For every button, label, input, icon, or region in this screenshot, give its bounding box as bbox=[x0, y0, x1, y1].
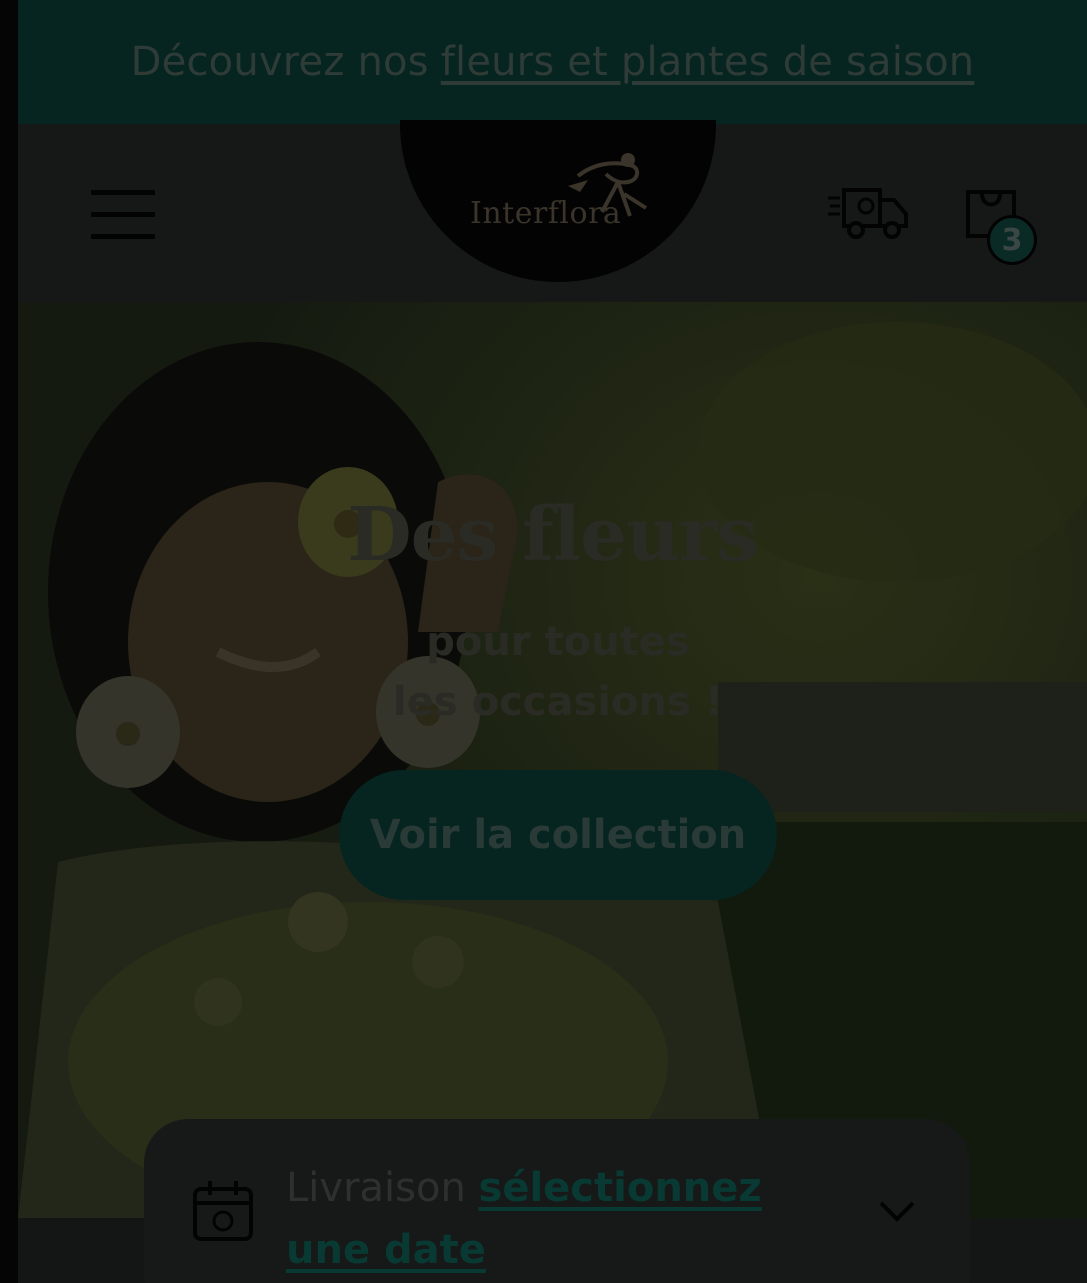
cart-count-badge: 3 bbox=[987, 215, 1037, 265]
hero-subtitle: pour toutes les occasions ! bbox=[393, 619, 723, 725]
hero-title: Des fleurs bbox=[347, 492, 758, 578]
calendar-icon bbox=[193, 1181, 253, 1241]
chevron-down-icon[interactable] bbox=[878, 1199, 916, 1223]
logo-text: Interflora bbox=[470, 196, 622, 231]
promo-banner: Découvrez nos fleurs et plantes de saiso… bbox=[18, 0, 1087, 124]
page: Découvrez nos fleurs et plantes de saiso… bbox=[18, 0, 1087, 1283]
view-collection-button[interactable]: Voir la collection bbox=[339, 770, 777, 900]
delivery-label: Livraison sélectionnez une date bbox=[286, 1157, 846, 1281]
delivery-date-selector[interactable]: Livraison sélectionnez une date bbox=[144, 1119, 970, 1283]
promo-text: Découvrez nos bbox=[130, 39, 429, 85]
menu-icon[interactable] bbox=[91, 190, 155, 240]
promo-link[interactable]: fleurs et plantes de saison bbox=[441, 39, 975, 85]
delivery-text: Livraison bbox=[286, 1165, 466, 1211]
hero-image bbox=[18, 302, 1087, 1218]
site-header: Interflora 3 bbox=[18, 120, 1087, 302]
delivery-truck-icon[interactable] bbox=[826, 182, 910, 242]
hero-banner: Des fleurs pour toutes les occasions ! V… bbox=[18, 302, 1087, 1218]
left-edge bbox=[0, 0, 18, 1283]
